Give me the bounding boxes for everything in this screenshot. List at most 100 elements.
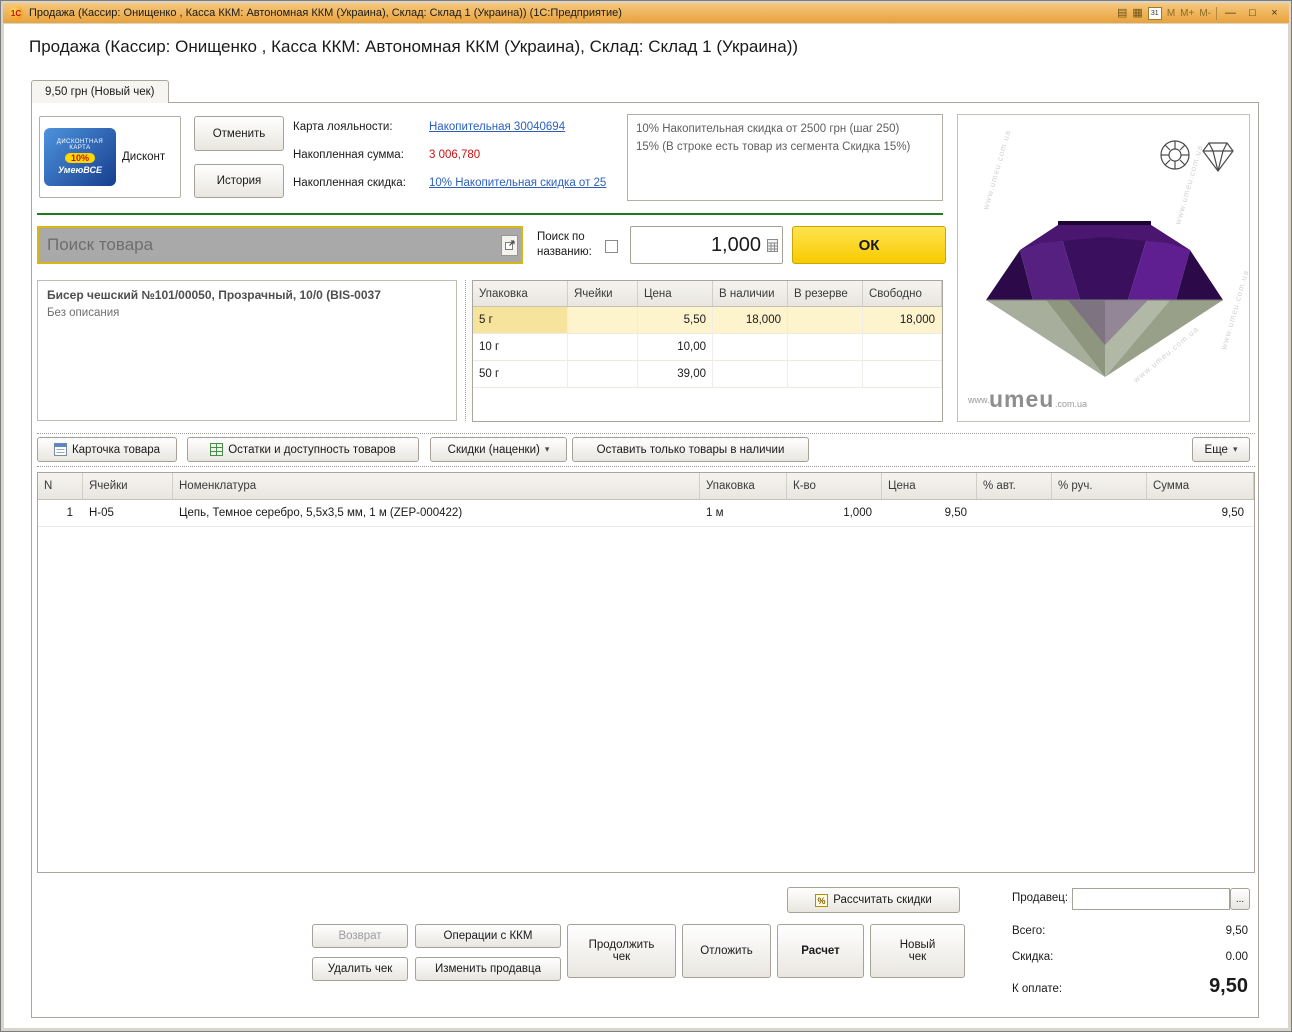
- discount-card[interactable]: ДИСКОНТНАЯ КАРТА 10% УмеюВСЕ Дисконт: [39, 116, 181, 198]
- column-header[interactable]: В резерве: [788, 281, 863, 306]
- return-button[interactable]: Возврат: [312, 924, 408, 948]
- only-in-stock-button[interactable]: Оставить только товары в наличии: [572, 437, 809, 462]
- calculate-discounts-button[interactable]: % Рассчитать скидки: [787, 887, 960, 913]
- stock-table-icon: [210, 443, 223, 456]
- discount-info-line: 15% (В строке есть товар из сегмента Ски…: [636, 139, 934, 157]
- svg-text:www.: www.: [967, 395, 990, 405]
- total-value: 9,50: [1226, 925, 1248, 937]
- column-header[interactable]: К-во: [787, 473, 882, 499]
- column-header[interactable]: N: [38, 473, 83, 499]
- calendar-icon[interactable]: 31: [1148, 7, 1162, 20]
- memory-m-button[interactable]: M: [1167, 8, 1175, 19]
- packaging-table-header: Упаковка Ячейки Цена В наличии В резерве…: [473, 281, 942, 307]
- delete-receipt-button[interactable]: Удалить чек: [312, 957, 408, 981]
- item-card-icon: [54, 443, 67, 456]
- packaging-table: Упаковка Ячейки Цена В наличии В резерве…: [472, 280, 943, 422]
- total-label: Всего:: [1012, 925, 1045, 937]
- column-header[interactable]: Ячейки: [83, 473, 173, 499]
- seller-more-button[interactable]: ...: [1230, 888, 1250, 910]
- column-header[interactable]: Упаковка: [473, 281, 568, 306]
- separator-dotted: [37, 466, 1255, 467]
- payment-button[interactable]: Расчет: [777, 924, 864, 978]
- item-card-button[interactable]: Карточка товара: [37, 437, 177, 462]
- discount-card-image-icon: ДИСКОНТНАЯ КАРТА 10% УмеюВСЕ: [44, 128, 116, 186]
- table-row[interactable]: 1 Н-05 Цепь, Темное серебро, 5,5х3,5 мм,…: [38, 500, 1254, 527]
- payable-value: 9,50: [1209, 975, 1248, 998]
- payable-label: К оплате:: [1012, 983, 1062, 995]
- memory-mplus-button[interactable]: M+: [1180, 8, 1194, 19]
- column-header[interactable]: В наличии: [713, 281, 788, 306]
- search-by-name-checkbox[interactable]: [605, 240, 618, 253]
- discount-label: Скидка:: [1012, 951, 1053, 963]
- receipt-panel: ДИСКОНТНАЯ КАРТА 10% УмеюВСЕ Дисконт Отм…: [31, 102, 1259, 1018]
- packaging-row[interactable]: 10 г 10,00: [473, 334, 942, 361]
- column-header[interactable]: Номенклатура: [173, 473, 700, 499]
- change-seller-button[interactable]: Изменить продавца: [415, 957, 561, 981]
- main-page: Продажа (Кассир: Онищенко , Касса ККМ: А…: [4, 24, 1288, 1028]
- accumulated-discount-label: Накопленная скидка:: [293, 177, 429, 189]
- titlebar[interactable]: 1С Продажа (Кассир: Онищенко , Касса ККМ…: [3, 3, 1289, 23]
- minimize-button[interactable]: —: [1222, 6, 1239, 21]
- calculator-icon[interactable]: ▦: [1132, 8, 1142, 19]
- column-header[interactable]: % руч.: [1052, 473, 1147, 499]
- column-header[interactable]: Свободно: [863, 281, 942, 306]
- accumulated-sum-value: 3 006,780: [429, 149, 480, 161]
- close-button[interactable]: ×: [1266, 6, 1283, 21]
- page-title: Продажа (Кассир: Онищенко , Касса ККМ: А…: [29, 37, 798, 57]
- column-header[interactable]: Сумма: [1147, 473, 1254, 499]
- packaging-row[interactable]: 50 г 39,00: [473, 361, 942, 388]
- loyalty-card-link[interactable]: Накопительная 30040694: [429, 121, 565, 133]
- memory-mminus-button[interactable]: M-: [1199, 8, 1211, 19]
- quantity-value: 1,000: [631, 234, 767, 257]
- more-button[interactable]: Еще ▾: [1192, 437, 1250, 462]
- tab-new-receipt[interactable]: 9,50 грн (Новый чек): [31, 80, 169, 103]
- cancel-button[interactable]: Отменить: [194, 116, 284, 151]
- svg-text:%: %: [818, 896, 826, 906]
- accumulated-discount-link[interactable]: 10% Накопительная скидка от 25: [429, 177, 606, 189]
- calculator-icon[interactable]: [767, 239, 778, 252]
- stock-availability-button[interactable]: Остатки и доступность товаров: [187, 437, 419, 462]
- items-table-header: N Ячейки Номенклатура Упаковка К-во Цена…: [38, 473, 1254, 500]
- discount-info-box: 10% Накопительная скидка от 2500 грн (ша…: [627, 114, 943, 201]
- column-header[interactable]: Цена: [882, 473, 977, 499]
- quantity-input[interactable]: 1,000: [630, 226, 783, 264]
- receipt-items-table: N Ячейки Номенклатура Упаковка К-во Цена…: [37, 472, 1255, 873]
- discount-value: 0.00: [1226, 951, 1248, 963]
- separator-dotted: [37, 433, 1255, 434]
- ok-button[interactable]: ОК: [792, 226, 946, 264]
- svg-text:umeu: umeu: [989, 386, 1054, 412]
- column-header[interactable]: Упаковка: [700, 473, 787, 499]
- packaging-row[interactable]: 5 г 5,50 18,000 18,000: [473, 307, 942, 334]
- window-title: Продажа (Кассир: Онищенко , Касса ККМ: А…: [29, 7, 1111, 19]
- loyalty-card-label: Карта лояльности:: [293, 121, 429, 133]
- search-input[interactable]: Поиск товара: [37, 226, 523, 264]
- hold-receipt-button[interactable]: Отложить: [682, 924, 771, 978]
- history-button[interactable]: История: [194, 164, 284, 198]
- app-window: 1С Продажа (Кассир: Онищенко , Касса ККМ…: [0, 0, 1292, 1032]
- column-header[interactable]: Цена: [638, 281, 713, 306]
- copy-icon[interactable]: ▤: [1117, 8, 1127, 19]
- seller-label: Продавец:: [1012, 892, 1068, 904]
- discount-card-caption: Дисконт: [122, 151, 165, 163]
- svg-text:.com.ua: .com.ua: [1055, 399, 1087, 409]
- new-receipt-button[interactable]: Новый чек: [870, 924, 965, 978]
- search-placeholder: Поиск товара: [39, 235, 501, 255]
- seller-input[interactable]: [1072, 888, 1230, 910]
- percent-icon: %: [815, 894, 828, 907]
- column-header[interactable]: % авт.: [977, 473, 1052, 499]
- accumulated-sum-label: Накопленная сумма:: [293, 149, 429, 161]
- expand-icon[interactable]: [501, 235, 518, 256]
- 1c-logo-icon: 1С: [9, 6, 23, 20]
- separator-green: [37, 213, 943, 215]
- column-header[interactable]: Ячейки: [568, 281, 638, 306]
- continue-receipt-button[interactable]: Продолжить чек: [567, 924, 676, 978]
- kkm-operations-button[interactable]: Операции с ККМ: [415, 924, 561, 948]
- product-name: Бисер чешский №101/00050, Прозрачный, 10…: [47, 288, 447, 302]
- discount-info-line: 10% Накопительная скидка от 2500 грн (ша…: [636, 121, 934, 139]
- discounts-menu-button[interactable]: Скидки (наценки) ▾: [430, 437, 567, 462]
- maximize-button[interactable]: □: [1244, 6, 1261, 21]
- product-info-box: Бисер чешский №101/00050, Прозрачный, 10…: [37, 280, 457, 421]
- titlebar-separator: [1216, 7, 1217, 20]
- product-image: www.umeu.com.ua www.umeu.com.ua www.umeu…: [957, 114, 1250, 422]
- tab-label: 9,50 грн (Новый чек): [45, 86, 155, 98]
